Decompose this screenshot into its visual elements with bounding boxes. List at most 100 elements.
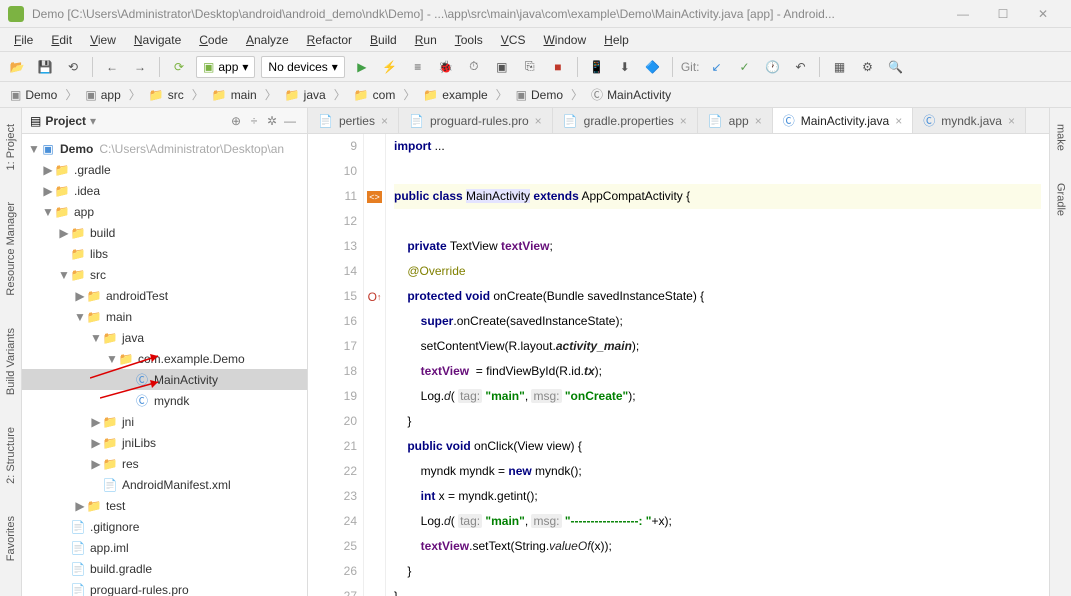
code-line[interactable]: } [394, 409, 1041, 434]
apply-code-button[interactable]: ≡ [407, 56, 429, 78]
tree-item-mainactivity[interactable]: ⒸMainActivity [22, 369, 307, 390]
tree-item-androidmanifest-xml[interactable]: 📄AndroidManifest.xml [22, 474, 307, 495]
breadcrumb-main[interactable]: 📁main〉 [208, 86, 281, 103]
menu-view[interactable]: View [82, 31, 124, 49]
tree-arrow[interactable]: ▼ [90, 331, 102, 345]
code-line[interactable]: setContentView(R.layout.activity_main); [394, 334, 1041, 359]
code-line[interactable]: textView.setText(String.valueOf(x)); [394, 534, 1041, 559]
editor-tab-perties[interactable]: 📄perties× [308, 108, 399, 133]
tool----project[interactable]: 1: Project [3, 118, 19, 176]
tree-arrow[interactable]: ▶ [42, 184, 54, 198]
editor[interactable]: 9101112131415161718192021222324252627 <>… [308, 134, 1049, 596]
line-number[interactable]: 14 [314, 259, 357, 284]
menu-help[interactable]: Help [596, 31, 637, 49]
breadcrumb-demo[interactable]: ▣Demo〉 [512, 86, 587, 103]
editor-tab-mainactivity-java[interactable]: ⒸMainActivity.java× [773, 108, 914, 133]
line-number[interactable]: 13 [314, 234, 357, 259]
tree-item-myndk[interactable]: Ⓒmyndk [22, 390, 307, 411]
avd-button[interactable]: 📱 [586, 56, 608, 78]
tree-item--gitignore[interactable]: 📄.gitignore [22, 516, 307, 537]
stop-button[interactable]: ■ [547, 56, 569, 78]
line-number[interactable]: 15 [314, 284, 357, 309]
tool-gradle[interactable]: Gradle [1053, 177, 1069, 222]
menu-code[interactable]: Code [191, 31, 236, 49]
editor-tab-gradle-properties[interactable]: 📄gradle.properties× [553, 108, 698, 133]
git-history-button[interactable]: 🕐 [761, 56, 783, 78]
close-icon[interactable]: × [680, 114, 687, 128]
line-number[interactable]: 26 [314, 559, 357, 584]
code-line[interactable] [394, 209, 1041, 234]
project-tree[interactable]: ▼▣DemoC:\Users\Administrator\Desktop\an▶… [22, 134, 307, 596]
structure-button[interactable]: ▦ [828, 56, 850, 78]
menu-file[interactable]: File [6, 31, 41, 49]
open-button[interactable]: 📂 [6, 56, 28, 78]
tree-arrow[interactable]: ▼ [106, 352, 118, 366]
code-line[interactable]: int x = myndk.getint(); [394, 484, 1041, 509]
line-number[interactable]: 18 [314, 359, 357, 384]
run-button[interactable]: ▶ [351, 56, 373, 78]
profile-button[interactable]: ⏱ [463, 56, 485, 78]
forward-button[interactable]: → [129, 56, 151, 78]
tool-resource-manager[interactable]: Resource Manager [3, 196, 19, 302]
code-line[interactable] [394, 159, 1041, 184]
editor-tab-app[interactable]: 📄app× [698, 108, 773, 133]
code-line[interactable]: private TextView textView; [394, 234, 1041, 259]
editor-tab-proguard-rules-pro[interactable]: 📄proguard-rules.pro× [399, 108, 553, 133]
code-line[interactable]: super.onCreate(savedInstanceState); [394, 309, 1041, 334]
tree-item--gradle[interactable]: ▶📁.gradle [22, 159, 307, 180]
tree-item-proguard-rules-pro[interactable]: 📄proguard-rules.pro [22, 579, 307, 596]
menu-edit[interactable]: Edit [43, 31, 80, 49]
breadcrumb-demo[interactable]: ▣Demo〉 [6, 86, 81, 103]
menu-window[interactable]: Window [535, 31, 594, 49]
tree-item-app[interactable]: ▼📁app [22, 201, 307, 222]
code-line[interactable]: public class MainActivity extends AppCom… [394, 184, 1041, 209]
menu-build[interactable]: Build [362, 31, 405, 49]
tree-item-app-iml[interactable]: 📄app.iml [22, 537, 307, 558]
line-number[interactable]: 25 [314, 534, 357, 559]
git-pull-button[interactable]: ↙ [705, 56, 727, 78]
breadcrumb-mainactivity[interactable]: ⒸMainActivity [587, 86, 675, 103]
tree-item-com-example-demo[interactable]: ▼📁com.example.Demo [22, 348, 307, 369]
breadcrumb-java[interactable]: 📁java〉 [281, 86, 350, 103]
tree-item-jni[interactable]: ▶📁jni [22, 411, 307, 432]
tool-make[interactable]: make [1053, 118, 1069, 157]
code-line[interactable]: @Override [394, 259, 1041, 284]
menu-analyze[interactable]: Analyze [238, 31, 297, 49]
refresh-button[interactable]: ⟲ [62, 56, 84, 78]
code-line[interactable]: import ... [394, 134, 1041, 159]
device-select[interactable]: No devices ▾ [261, 56, 344, 78]
menu-tools[interactable]: Tools [447, 31, 491, 49]
close-icon[interactable]: × [1008, 114, 1015, 128]
tree-arrow[interactable]: ▶ [74, 499, 86, 513]
close-icon[interactable]: × [535, 114, 542, 128]
tree-arrow[interactable]: ▶ [58, 226, 70, 240]
tree-arrow[interactable]: ▶ [90, 436, 102, 450]
menu-run[interactable]: Run [407, 31, 445, 49]
rm-button[interactable]: 🔷 [642, 56, 664, 78]
code-line[interactable]: } [394, 559, 1041, 584]
tree-item--idea[interactable]: ▶📁.idea [22, 180, 307, 201]
tree-item-src[interactable]: ▼📁src [22, 264, 307, 285]
code-line[interactable]: } [394, 584, 1041, 596]
sdk-button[interactable]: ⬇ [614, 56, 636, 78]
tree-item-res[interactable]: ▶📁res [22, 453, 307, 474]
gear-icon[interactable]: ✲ [263, 114, 281, 128]
close-icon[interactable]: × [755, 114, 762, 128]
tree-item-build-gradle[interactable]: 📄build.gradle [22, 558, 307, 579]
menu-vcs[interactable]: VCS [493, 31, 534, 49]
line-number[interactable]: 20 [314, 409, 357, 434]
breadcrumb-src[interactable]: 📁src〉 [145, 86, 208, 103]
tool-favorites[interactable]: Favorites [3, 510, 19, 567]
tree-arrow[interactable]: ▼ [74, 310, 86, 324]
code-line[interactable]: myndk myndk = new myndk(); [394, 459, 1041, 484]
chevron-down-icon[interactable]: ▾ [90, 114, 96, 128]
menu-refactor[interactable]: Refactor [299, 31, 360, 49]
line-number[interactable]: 22 [314, 459, 357, 484]
tree-arrow[interactable]: ▼ [58, 268, 70, 282]
back-button[interactable]: ← [101, 56, 123, 78]
tree-item-main[interactable]: ▼📁main [22, 306, 307, 327]
apply-changes-button[interactable]: ⚡ [379, 56, 401, 78]
collapse-icon[interactable]: ÷ [245, 114, 263, 128]
line-number[interactable]: 11 [314, 184, 357, 209]
line-number[interactable]: 9 [314, 134, 357, 159]
